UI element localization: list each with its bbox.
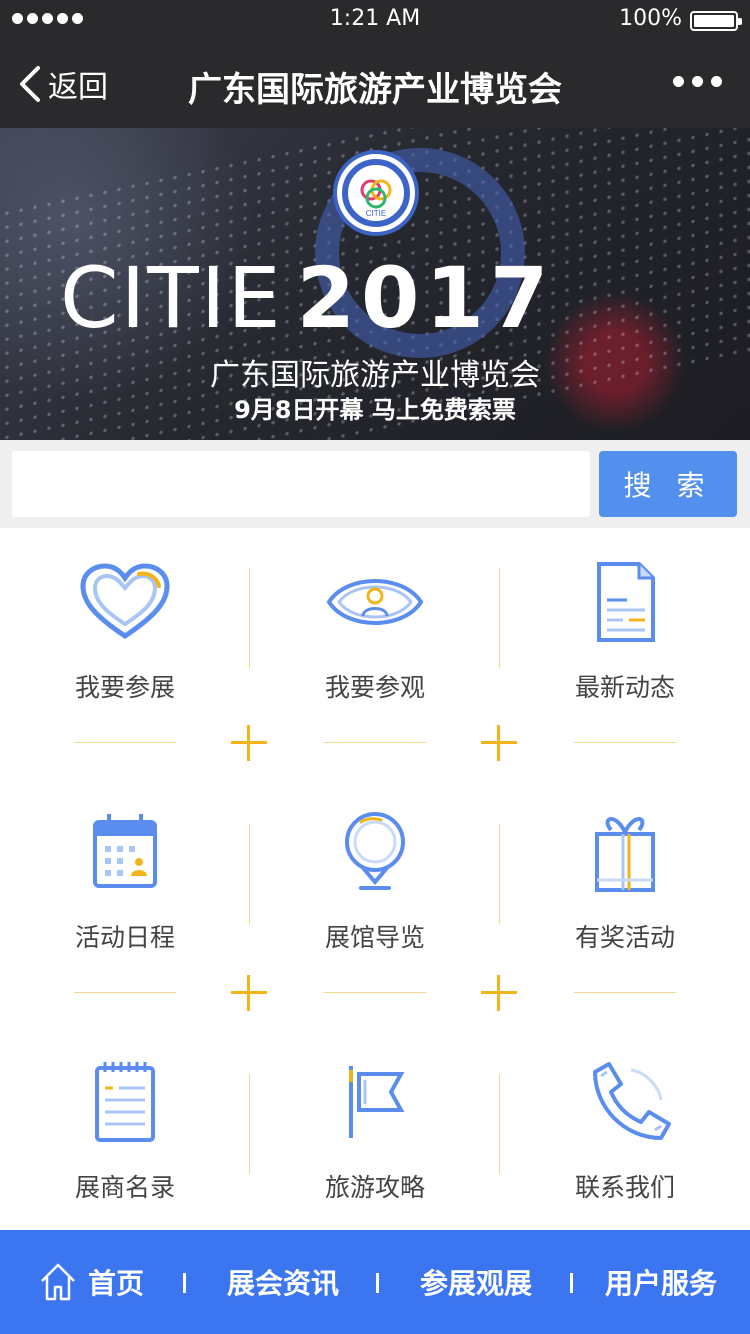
tab-separator [570,1273,573,1293]
menu-item-contact[interactable]: 联系我们 [500,1028,750,1262]
menu-label: 我要参观 [324,673,425,702]
grid-divider [499,568,500,668]
battery-icon [690,11,742,31]
grid-divider [574,742,676,743]
menu-item-exhibit[interactable]: 我要参展 [0,528,250,762]
status-bar: 1:21 AM 100% [0,0,750,40]
menu-item-prizes[interactable]: 有奖活动 [500,778,750,1012]
brand-name: CITIE [60,249,283,347]
back-label: 返回 [48,70,108,105]
plus-icon [481,975,517,1011]
banner-brand: CITIE 2017 [60,256,554,340]
citie-logo: CITIE [333,150,419,236]
grid-divider [324,992,426,993]
banner-tagline: 9月8日开幕 马上免费索票 [234,396,516,424]
tab-exhibit[interactable]: 参展观展 [420,1230,532,1334]
menu-item-hall-guide[interactable]: 展馆导览 [250,778,500,1012]
brand-year: 2017 [296,249,555,347]
menu-item-visit[interactable]: 我要参观 [250,528,500,762]
grid-divider [74,742,176,743]
menu-item-exhibitors[interactable]: 展商名录 [0,1028,250,1262]
heart-icon [75,560,175,644]
search-button[interactable]: 搜 索 [599,451,737,517]
document-icon [575,560,675,644]
phone-icon [575,1060,675,1144]
tab-label: 用户服务 [605,1267,718,1300]
menu-label: 我要参展 [74,673,175,702]
menu-label: 最新动态 [574,673,675,702]
plus-icon [231,725,267,761]
grid-divider [249,824,250,924]
chevron-left-icon [20,66,40,102]
plus-icon [481,725,517,761]
back-button[interactable]: 返回 [18,62,108,106]
navigation-bar: 返回 广东国际旅游产业博览会 [0,40,750,128]
notepad-icon [75,1060,175,1144]
menu-label: 展馆导览 [324,923,425,952]
tab-label: 参展观展 [420,1267,533,1300]
calendar-icon [75,810,175,894]
menu-label: 有奖活动 [574,923,675,952]
more-menu-button[interactable] [673,76,722,87]
tab-service[interactable]: 用户服务 [605,1230,717,1334]
flag-icon [325,1060,425,1144]
grid-divider [74,992,176,993]
feature-grid: 我要参展 我要参观 最新动态 活动日程 展馆导览 有奖活动 展商名录 旅游攻略 … [0,528,750,1230]
menu-item-news[interactable]: 最新动态 [500,528,750,762]
event-banner[interactable]: CITIE CITIE 2017 广东国际旅游产业博览会 9月8日开幕 马上免费索… [0,128,750,440]
svg-text:CITIE: CITIE [366,209,386,218]
tab-separator [183,1273,186,1293]
menu-item-schedule[interactable]: 活动日程 [0,778,250,1012]
grid-divider [324,742,426,743]
menu-label: 展商名录 [74,1173,175,1202]
top-bar: 1:21 AM 100% 返回 广东国际旅游产业博览会 [0,0,750,128]
home-icon [41,1263,75,1301]
search-bar: 搜 索 [0,440,750,528]
map-pin-icon [325,810,425,894]
menu-label: 活动日程 [74,923,175,952]
gift-icon [575,810,675,894]
tab-separator [376,1273,379,1293]
grid-divider [249,568,250,668]
eye-icon [325,560,425,644]
bottom-tab-bar: 首页 展会资讯 参展观展 用户服务 [0,1230,750,1334]
battery-percent: 100% [619,6,682,31]
tab-home[interactable]: 首页 [38,1230,144,1334]
grid-divider [574,992,676,993]
grid-divider [499,824,500,924]
menu-label: 旅游攻略 [324,1173,425,1202]
tab-label: 首页 [88,1267,145,1300]
menu-label: 联系我们 [574,1173,675,1202]
tab-label: 展会资讯 [227,1267,340,1300]
tab-news[interactable]: 展会资讯 [227,1230,339,1334]
grid-divider [249,1074,250,1174]
banner-subtitle: 广东国际旅游产业博览会 [210,358,540,393]
search-input[interactable] [12,451,590,517]
plus-icon [231,975,267,1011]
grid-divider [499,1074,500,1174]
menu-item-travel-guide[interactable]: 旅游攻略 [250,1028,500,1262]
page-title: 广东国际旅游产业博览会 [188,70,562,110]
